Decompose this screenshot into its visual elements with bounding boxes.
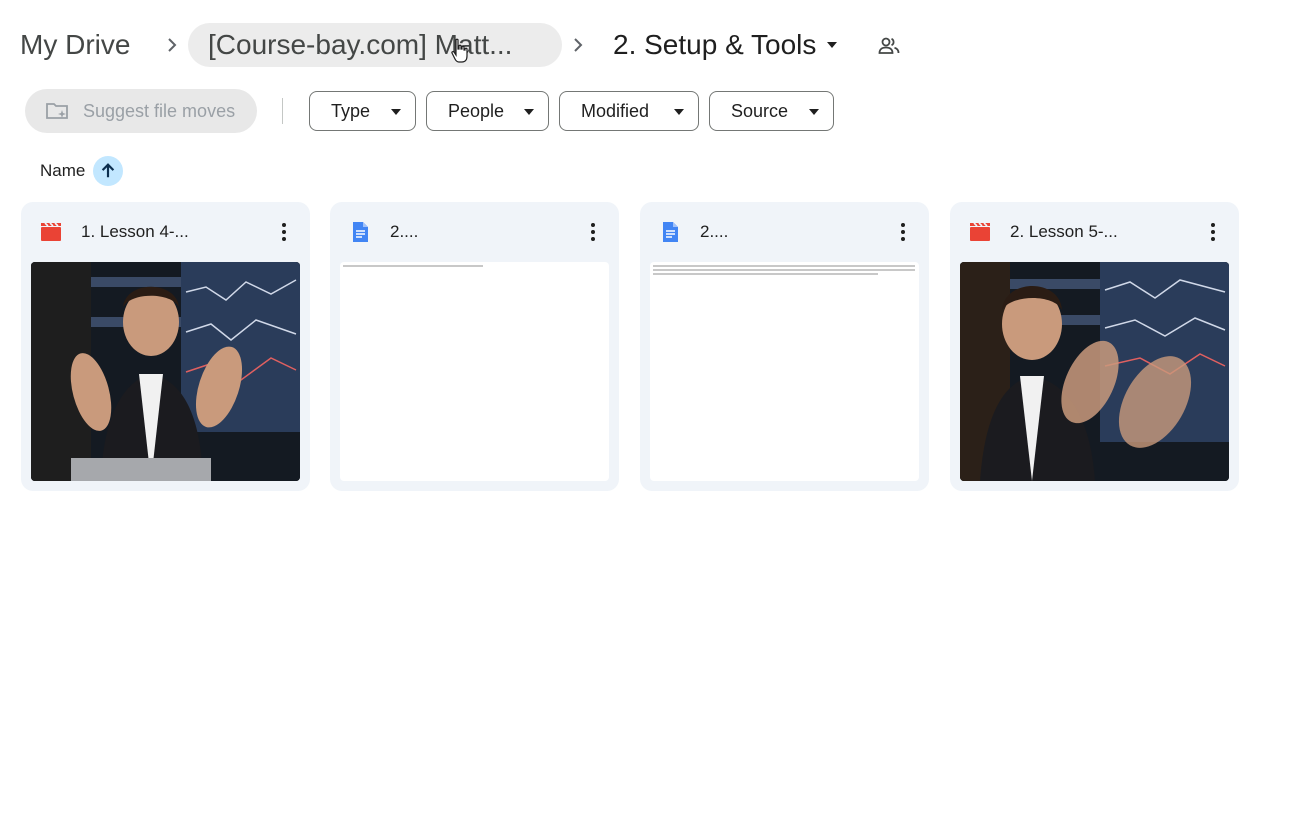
document-preview — [650, 262, 919, 481]
preview-text-line — [653, 265, 915, 267]
file-name: 1. Lesson 4-... — [81, 222, 189, 241]
toolbar-divider — [282, 98, 283, 124]
folder-sparkle-icon — [46, 103, 68, 119]
preview-text-line — [343, 265, 483, 267]
filter-people-chip[interactable]: People — [426, 91, 549, 131]
drive-page: My Drive [Course-bay.com] Matt... 2. Set… — [0, 0, 1306, 828]
caret-down-icon — [827, 42, 838, 48]
suggest-file-moves-label: Suggest file moves — [83, 100, 236, 121]
filter-people-label: People — [448, 100, 505, 121]
filter-type-label: Type — [331, 100, 371, 121]
docs-file-icon — [663, 222, 678, 242]
dropdown-arrow-icon — [674, 109, 684, 115]
filter-type-chip[interactable]: Type — [309, 91, 416, 131]
video-thumbnail — [960, 262, 1229, 481]
preview-text-line — [653, 269, 915, 271]
file-card[interactable]: 1. Lesson 4-... — [21, 202, 310, 491]
video-file-icon — [41, 222, 61, 241]
sort-direction-button[interactable] — [93, 156, 123, 186]
more-options-icon[interactable] — [1201, 220, 1225, 244]
chevron-right-icon — [164, 33, 180, 57]
file-card[interactable]: 2.... — [330, 202, 619, 491]
sort-name-label[interactable]: Name — [40, 160, 85, 182]
chevron-right-icon — [570, 33, 586, 57]
more-options-icon[interactable] — [581, 220, 605, 244]
video-file-icon — [970, 222, 990, 241]
dropdown-arrow-icon — [391, 109, 401, 115]
filter-modified-label: Modified — [581, 100, 650, 121]
file-card[interactable]: 2.... — [640, 202, 929, 491]
more-options-icon[interactable] — [272, 220, 296, 244]
file-name: 2.... — [390, 222, 419, 241]
dropdown-arrow-icon — [524, 109, 534, 115]
breadcrumb-current-folder[interactable]: 2. Setup & Tools — [613, 27, 838, 63]
breadcrumb-course-folder[interactable]: [Course-bay.com] Matt... — [188, 23, 562, 67]
shared-people-icon[interactable] — [877, 34, 901, 58]
document-preview — [340, 262, 609, 481]
current-folder-title: 2. Setup & Tools — [613, 29, 817, 60]
filter-modified-chip[interactable]: Modified — [559, 91, 699, 131]
dropdown-arrow-icon — [809, 109, 819, 115]
filter-source-chip[interactable]: Source — [709, 91, 834, 131]
more-options-icon[interactable] — [891, 220, 915, 244]
video-thumbnail — [31, 262, 300, 481]
file-card[interactable]: 2. Lesson 5-... — [950, 202, 1239, 491]
filter-source-label: Source — [731, 100, 789, 121]
file-name: 2.... — [700, 222, 729, 241]
presenter-thumbnail-image — [31, 262, 300, 481]
breadcrumb-my-drive[interactable]: My Drive — [20, 27, 130, 63]
hand-cursor-icon — [451, 38, 468, 63]
preview-text-line — [653, 273, 878, 275]
breadcrumb: My Drive [Course-bay.com] Matt... 2. Set… — [0, 0, 1306, 90]
docs-file-icon — [353, 222, 368, 242]
suggest-file-moves-button[interactable]: Suggest file moves — [25, 89, 257, 133]
presenter-thumbnail-image — [960, 262, 1229, 481]
arrow-up-icon — [101, 163, 115, 178]
file-name: 2. Lesson 5-... — [1010, 222, 1118, 241]
